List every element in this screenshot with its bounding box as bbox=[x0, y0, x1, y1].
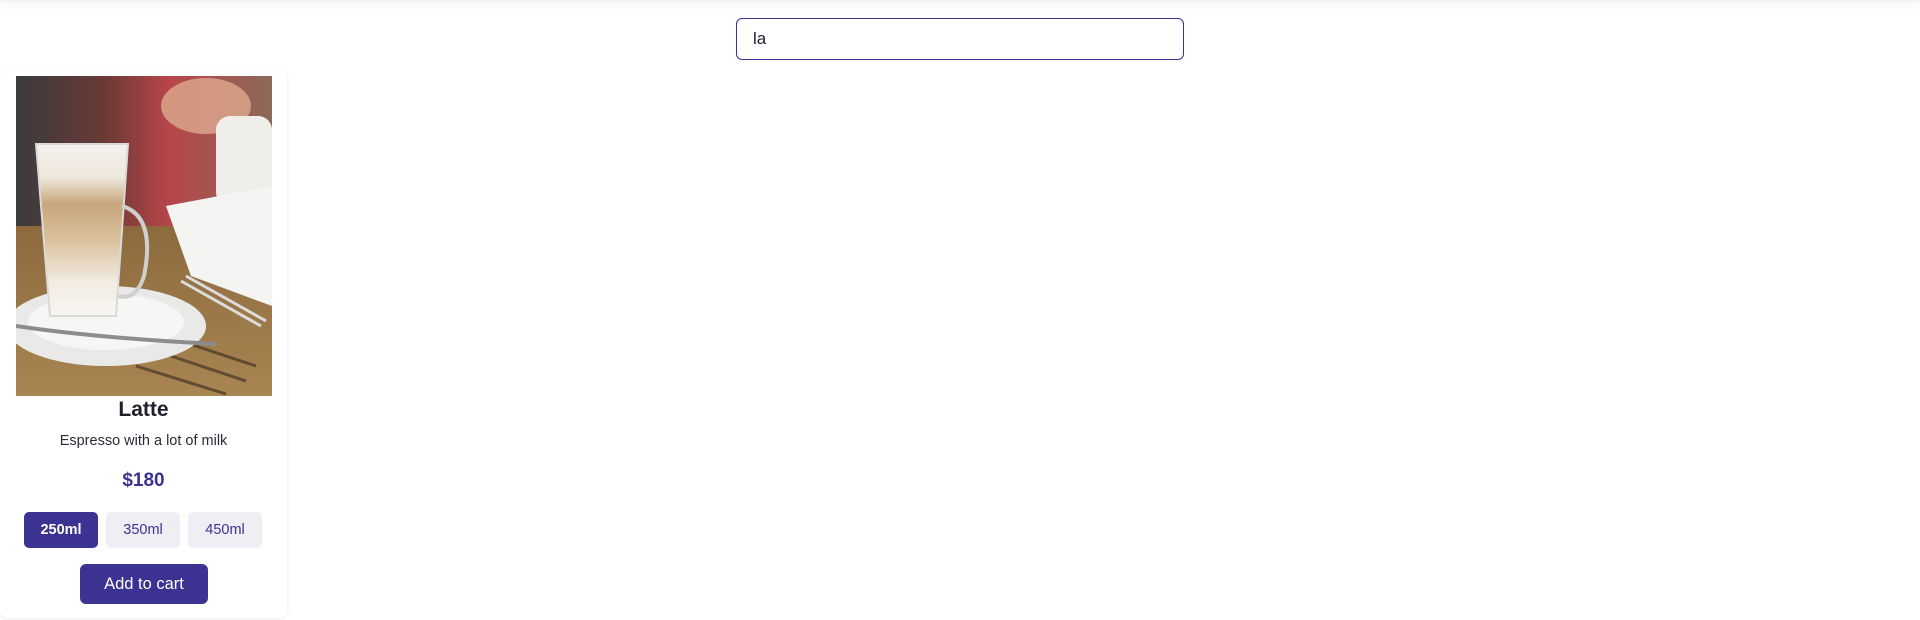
product-title: Latte bbox=[118, 398, 169, 421]
add-to-cart-button[interactable]: Add to cart bbox=[80, 564, 208, 604]
size-450ml-button[interactable]: 450ml bbox=[188, 512, 262, 548]
size-350ml-button[interactable]: 350ml bbox=[106, 512, 180, 548]
size-options: 250ml 350ml 450ml bbox=[24, 512, 262, 548]
product-price: $180 bbox=[122, 470, 165, 491]
search-input[interactable] bbox=[736, 18, 1184, 60]
product-card: Latte Espresso with a lot of milk $180 2… bbox=[0, 70, 287, 618]
size-250ml-button[interactable]: 250ml bbox=[24, 512, 98, 548]
product-description: Espresso with a lot of milk bbox=[59, 433, 228, 449]
product-image bbox=[16, 76, 272, 396]
top-bar-shadow bbox=[0, 0, 1920, 2]
search-container bbox=[736, 18, 1184, 60]
